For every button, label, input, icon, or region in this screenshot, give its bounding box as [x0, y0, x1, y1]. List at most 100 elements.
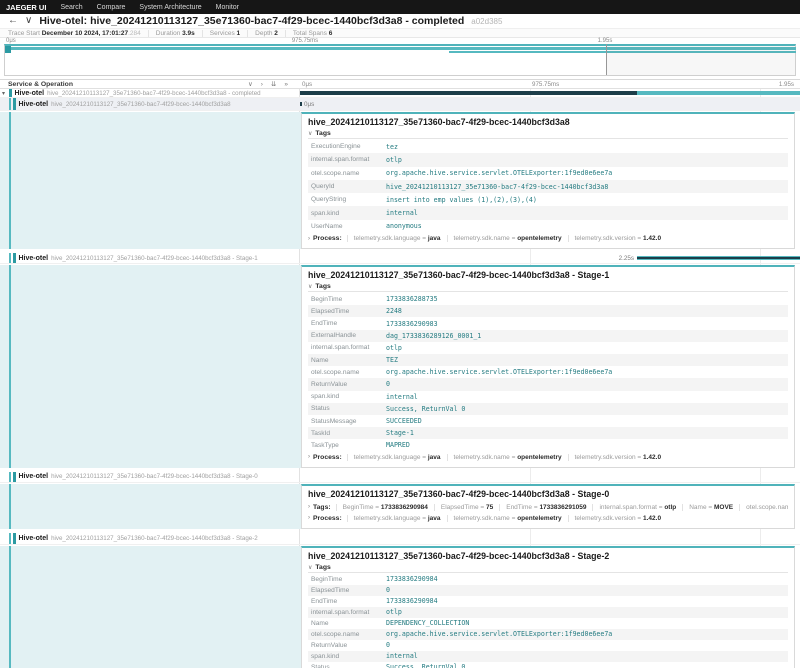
trace-title: Hive-otel: hive_20241210113127_35e71360-…	[39, 15, 464, 27]
nav-item-compare[interactable]: Compare	[97, 4, 126, 11]
tag-row[interactable]: BeginTime1733836288735	[308, 293, 788, 305]
span-detail-title: hive_20241210113127_35e71360-bac7-4f29-b…	[308, 551, 788, 561]
span-detail-panel: hive_20241210113127_35e71360-bac7-4f29-b…	[301, 546, 795, 668]
span-bar[interactable]	[300, 102, 302, 106]
process-collapsed-line[interactable]: ›Process:telemetry.sdk.language = javate…	[308, 452, 788, 463]
tags-label: Tags	[315, 564, 330, 571]
process-label: Process:	[313, 454, 342, 461]
tag-row[interactable]: otel.scope.nameorg.apache.hive.service.s…	[308, 167, 788, 180]
process-tag: telemetry.sdk.version = 1.42.0	[568, 235, 667, 242]
tag-row[interactable]: span.kindinternal	[308, 391, 788, 403]
collapse-all-icon[interactable]: ⇊	[271, 81, 276, 88]
jaeger-logo[interactable]: JAEGER UI	[6, 3, 46, 12]
service-operation-header: Service & Operation	[8, 81, 73, 88]
expand-all-icon[interactable]: »	[284, 81, 288, 88]
collapse-arrow-icon[interactable]: ▾	[2, 90, 9, 97]
tag-row[interactable]: ElapsedTime0	[308, 585, 788, 596]
tag-row[interactable]: QueryStringinsert into emp values (1),(2…	[308, 193, 788, 206]
timeline-tick-label: 975.75ms	[532, 81, 559, 88]
span-bar-cell[interactable]	[300, 89, 800, 97]
span-row[interactable]: Hive-otelhive_20241210113127_35e71360-ba…	[0, 472, 800, 483]
tree-indent-guide	[9, 546, 11, 668]
tag-row[interactable]: NameDEPENDENCY_COLLECTION	[308, 618, 788, 629]
process-tag: telemetry.sdk.name = opentelemetry	[447, 454, 568, 461]
minimap-scrubber-handle[interactable]	[5, 46, 11, 53]
tag-row[interactable]: internal.span.formatotlp	[308, 607, 788, 618]
tag-row[interactable]: StatusSuccess, ReturnVal 0	[308, 662, 788, 668]
tag-row[interactable]: EndTime1733836290983	[308, 317, 788, 329]
tag-row[interactable]: otel.scope.nameorg.apache.hive.service.s…	[308, 629, 788, 640]
span-bar[interactable]	[637, 256, 800, 260]
tag-row[interactable]: ExecutionEnginetez	[308, 140, 788, 153]
back-arrow-icon[interactable]: ←	[8, 16, 18, 26]
tag-value: internal	[386, 652, 418, 660]
tag-row[interactable]: TaskTypeMAPRED	[308, 439, 788, 451]
tag-row[interactable]: span.kindinternal	[308, 651, 788, 662]
tag-row[interactable]: otel.scope.nameorg.apache.hive.service.s…	[308, 366, 788, 378]
process-collapsed-line[interactable]: ›Process:telemetry.sdk.language = javate…	[308, 233, 788, 244]
span-row[interactable]: Hive-otelhive_20241210113127_35e71360-ba…	[0, 533, 800, 545]
span-detail-row: hive_20241210113127_35e71360-bac7-4f29-b…	[0, 484, 800, 529]
tags-label: Tags:	[313, 504, 331, 511]
expand-one-icon[interactable]: ›	[261, 81, 263, 88]
chevron-right-icon: ›	[308, 504, 310, 510]
span-bar-cell[interactable]	[300, 472, 800, 482]
nav-item-system-architecture[interactable]: System Architecture	[139, 4, 201, 11]
collapse-one-icon[interactable]: ∨	[248, 81, 253, 88]
tag-value: anonymous	[386, 222, 422, 230]
tag-row[interactable]: ReturnValue0	[308, 640, 788, 651]
tags-collapsed-line[interactable]: ›Tags:BeginTime = 1733836290984ElapsedTi…	[308, 502, 788, 513]
tag-row[interactable]: TaskIdStage-1	[308, 427, 788, 439]
tag-row[interactable]: StatusSuccess, ReturnVal 0	[308, 403, 788, 415]
tag-row[interactable]: ExternalHandledag_1733836289126_0001_1	[308, 330, 788, 342]
tag-value: internal	[386, 393, 418, 401]
operation-name: hive_20241210113127_35e71360-bac7-4f29-b…	[47, 90, 261, 97]
span-name-cell[interactable]: ▾Hive-otelhive_20241210113127_35e71360-b…	[0, 89, 299, 97]
span-name-cell[interactable]: Hive-otelhive_20241210113127_35e71360-ba…	[0, 533, 299, 544]
tag-row[interactable]: ElapsedTime2248	[308, 305, 788, 317]
span-bar-cell[interactable]: 0μs	[300, 98, 800, 110]
tag-row[interactable]: EndTime1733836290984	[308, 596, 788, 607]
span-name-cell[interactable]: Hive-otelhive_20241210113127_35e71360-ba…	[0, 472, 299, 482]
tree-indent-guide	[9, 484, 11, 529]
tag-row[interactable]: BeginTime1733836290984	[308, 574, 788, 585]
tag-key: span.kind	[308, 653, 386, 660]
tags-section-header[interactable]: ∨Tags	[308, 283, 788, 292]
tag-row[interactable]: NameTEZ	[308, 354, 788, 366]
span-row[interactable]: Hive-otelhive_20241210113127_35e71360-ba…	[0, 253, 800, 264]
tag-key: EndTime	[308, 320, 386, 327]
minimap-canvas[interactable]	[4, 44, 796, 76]
span-detail-title: hive_20241210113127_35e71360-bac7-4f29-b…	[308, 117, 788, 127]
collapse-header-chevron-icon[interactable]: ∨	[25, 16, 32, 26]
tag-row[interactable]: StatusMessageSUCCEEDED	[308, 415, 788, 427]
tags-section-header[interactable]: ∨Tags	[308, 130, 788, 139]
tags-section-header[interactable]: ∨Tags	[308, 564, 788, 573]
span-detail-left-section	[0, 112, 301, 249]
tag-row[interactable]: internal.span.formatotlp	[308, 153, 788, 166]
span-name-cell[interactable]: Hive-otelhive_20241210113127_35e71360-ba…	[0, 98, 299, 110]
tag-row[interactable]: internal.span.formatotlp	[308, 342, 788, 354]
tag-row[interactable]: ReturnValue0	[308, 378, 788, 390]
process-tag: telemetry.sdk.name = opentelemetry	[447, 235, 568, 242]
tag-key: BeginTime	[308, 296, 386, 303]
span-row[interactable]: Hive-otelhive_20241210113127_35e71360-ba…	[0, 98, 800, 111]
tag-row[interactable]: span.kindinternal	[308, 206, 788, 219]
tree-indent-guide	[9, 533, 11, 544]
process-collapsed-line[interactable]: ›Process:telemetry.sdk.language = javate…	[308, 513, 788, 524]
process-tag: telemetry.sdk.language = java	[347, 235, 447, 242]
tag-row[interactable]: UserNameanonymous	[308, 220, 788, 233]
nav-item-search[interactable]: Search	[60, 4, 82, 11]
span-bar-cell[interactable]	[300, 533, 800, 544]
tag-key: internal.span.format	[308, 344, 386, 351]
tag-row[interactable]: QueryIdhive_20241210113127_35e71360-bac7…	[308, 180, 788, 193]
service-name: Hive-otel	[19, 255, 49, 262]
span-bar-cell[interactable]: 2.25s	[300, 253, 800, 263]
span-row[interactable]: ▾Hive-otelhive_20241210113127_35e71360-b…	[0, 89, 800, 98]
tag-key: Status	[308, 664, 386, 668]
span-bar[interactable]	[300, 91, 637, 95]
trace-info-item: Services 1	[202, 30, 247, 37]
process-tag: telemetry.sdk.language = java	[347, 515, 447, 522]
span-detail-left-section	[0, 484, 301, 529]
span-name-cell[interactable]: Hive-otelhive_20241210113127_35e71360-ba…	[0, 253, 299, 263]
nav-item-monitor[interactable]: Monitor	[216, 4, 239, 11]
